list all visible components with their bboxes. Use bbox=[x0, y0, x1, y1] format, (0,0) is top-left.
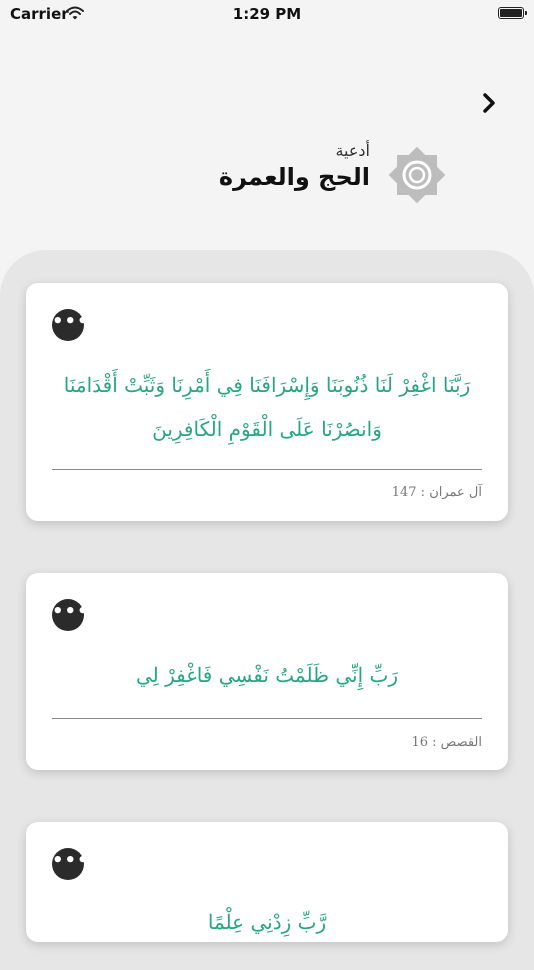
verse-reference: آل عمران : 147 bbox=[391, 485, 482, 500]
verse-reference: القصص : 16 bbox=[411, 735, 482, 750]
dua-card: ••• رَبَّنَا اغْفِرْ لَنَا ذُنُوبَنَا وَ… bbox=[26, 283, 508, 521]
dua-verse: رَبَّنَا اغْفِرْ لَنَا ذُنُوبَنَا وَإِسْ… bbox=[63, 373, 471, 441]
dua-verse: رَّبِّ زِدْنِي عِلْمًا bbox=[207, 910, 327, 934]
page-title: الحج والعمرة bbox=[218, 163, 370, 191]
card-divider bbox=[52, 469, 482, 470]
dua-verse: رَبِّ إِنِّي ظَلَمْتُ نَفْسِي فَاغْفِرْ … bbox=[135, 663, 399, 687]
more-options-button[interactable]: ••• bbox=[52, 309, 89, 341]
status-bar: Carrier 1:29 PM bbox=[0, 0, 534, 28]
more-options-button[interactable]: ••• bbox=[52, 848, 89, 880]
islamic-star-icon bbox=[385, 143, 449, 207]
chevron-right-icon bbox=[483, 93, 495, 113]
page-header: أدعية الحج والعمرة bbox=[219, 140, 370, 192]
page-subtitle: أدعية bbox=[335, 141, 370, 160]
status-time: 1:29 PM bbox=[232, 5, 302, 23]
dua-card: ••• رَبِّ إِنِّي ظَلَمْتُ نَفْسِي فَاغْف… bbox=[26, 573, 508, 770]
back-button[interactable] bbox=[478, 88, 502, 118]
battery-icon bbox=[498, 7, 527, 19]
more-options-button[interactable]: ••• bbox=[52, 599, 89, 631]
card-divider bbox=[52, 718, 482, 719]
dua-card: ••• رَّبِّ زِدْنِي عِلْمًا bbox=[26, 822, 508, 942]
